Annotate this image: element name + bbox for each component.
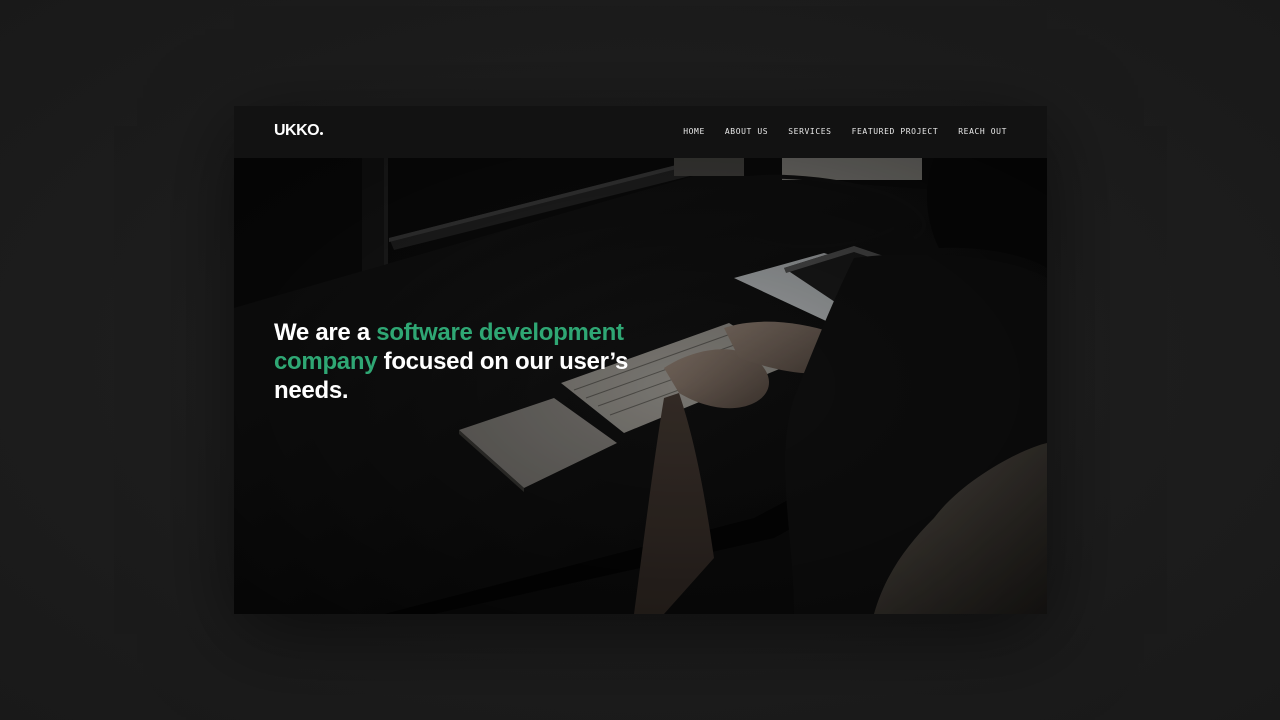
nav-home-link[interactable]: HOME — [683, 127, 705, 137]
top-navbar: UKKO HOME ABOUT US SERVICES FEATURED PRO… — [234, 106, 1047, 158]
main-nav: HOME ABOUT US SERVICES FEATURED PROJECT … — [683, 127, 1007, 137]
nav-featured-project-link[interactable]: FEATURED PROJECT — [852, 127, 939, 137]
logo-text: UKKO — [274, 122, 320, 139]
ukko-logo[interactable]: UKKO — [274, 122, 324, 140]
website-preview: UKKO HOME ABOUT US SERVICES FEATURED PRO… — [234, 106, 1047, 614]
nav-services-link[interactable]: SERVICES — [788, 127, 831, 137]
nav-reach-out-link[interactable]: REACH OUT — [958, 127, 1007, 137]
headline-text-1: We are a — [274, 319, 377, 346]
logo-dot-icon — [320, 132, 324, 135]
hero-headline: We are a software development company fo… — [274, 318, 694, 405]
hero-section: We are a software development company fo… — [234, 158, 1047, 614]
nav-about-link[interactable]: ABOUT US — [725, 127, 768, 137]
